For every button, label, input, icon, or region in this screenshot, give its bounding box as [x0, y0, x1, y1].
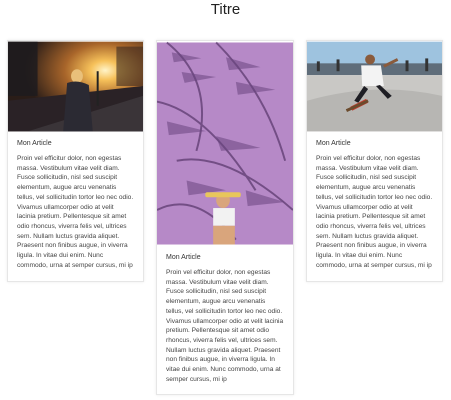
article-title[interactable]: Mon Article	[17, 139, 134, 148]
article-card[interactable]: Mon Article Proin vel efficitur dolor, n…	[306, 40, 443, 282]
article-image-skateboarder	[307, 41, 442, 132]
article-text: Proin vel efficitur dolor, non egestas m…	[166, 269, 284, 383]
article-text: Proin vel efficitur dolor, non egestas m…	[316, 155, 433, 269]
article-card[interactable]: Mon Article Proin vel efficitur dolor, n…	[156, 40, 294, 395]
article-card[interactable]: Mon Article Proin vel efficitur dolor, n…	[7, 40, 144, 282]
article-image-palm-leaves	[157, 41, 293, 245]
article-text: Proin vel efficitur dolor, non egestas m…	[17, 155, 134, 269]
article-title[interactable]: Mon Article	[166, 253, 284, 262]
article-image-sunset-street	[8, 41, 143, 132]
page-title: Titre	[210, 1, 241, 18]
article-title[interactable]: Mon Article	[316, 139, 433, 148]
